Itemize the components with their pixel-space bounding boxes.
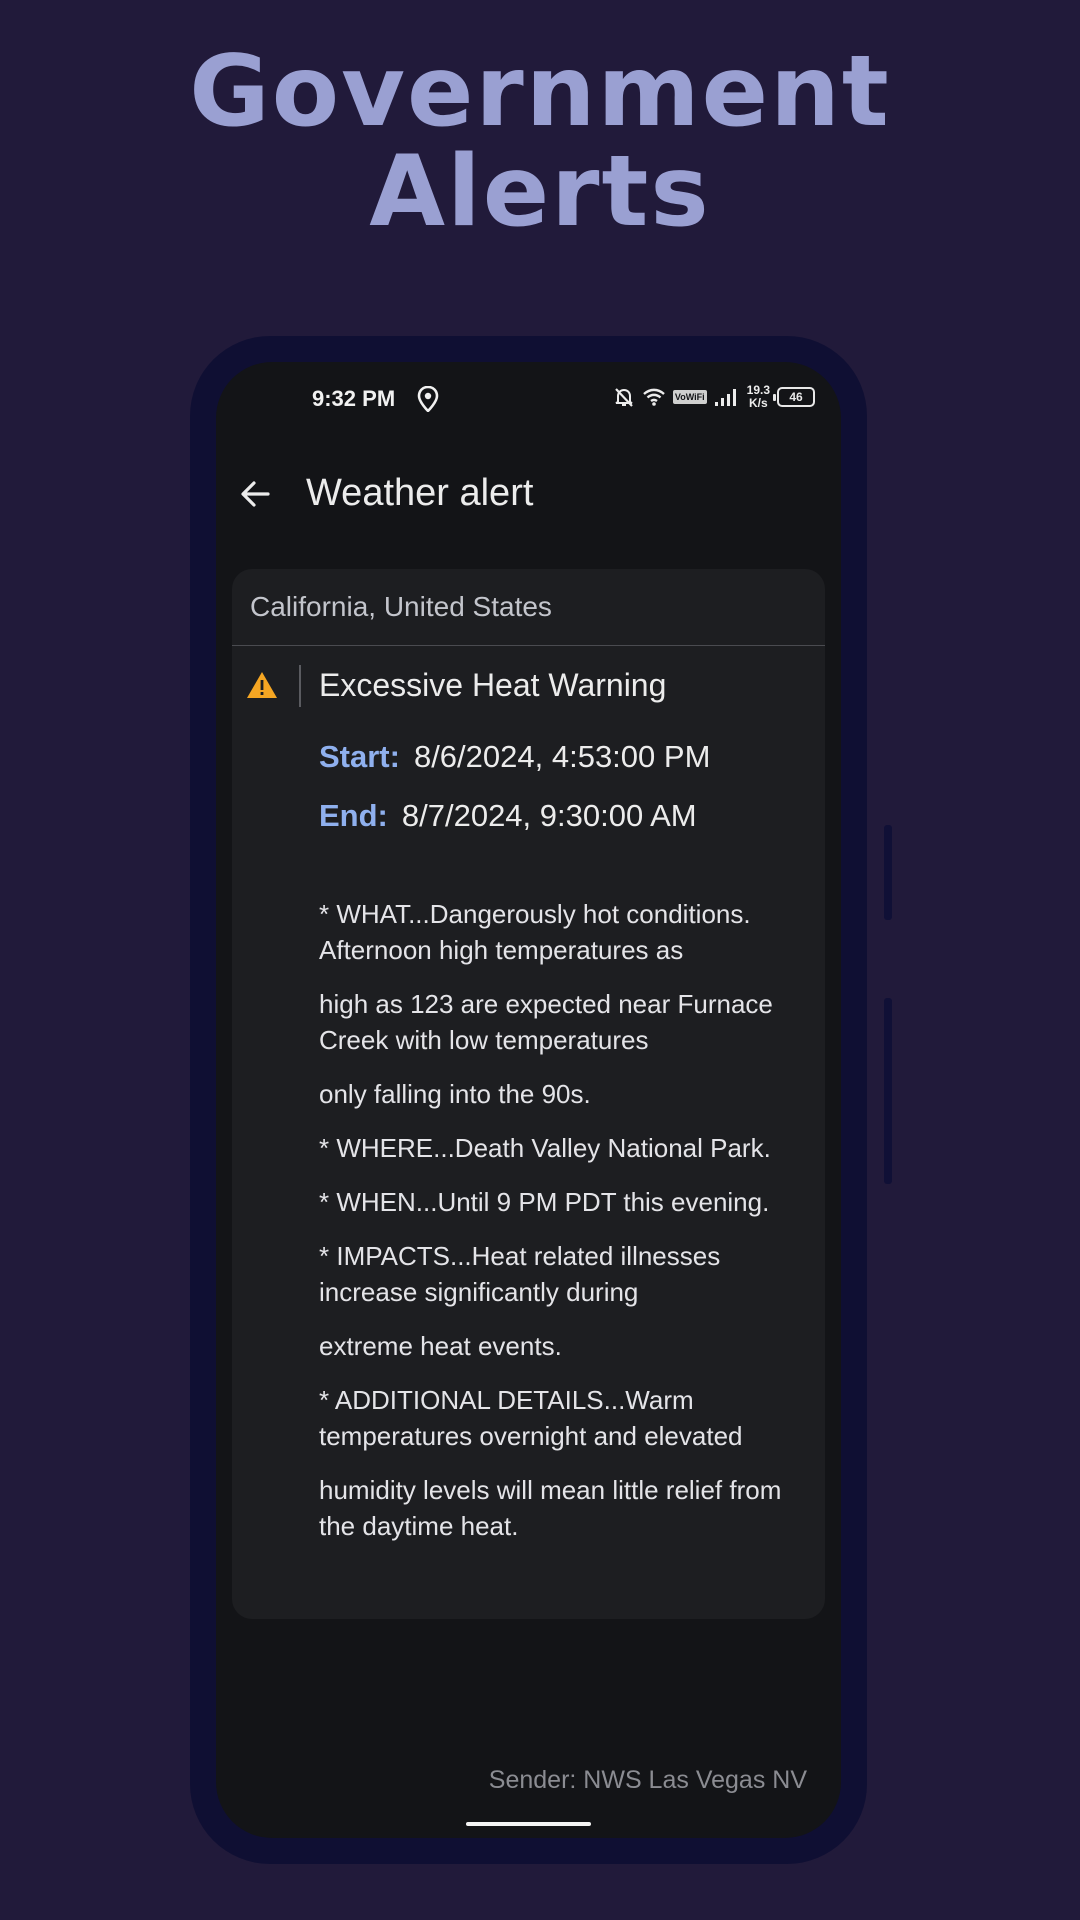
description-paragraph: extreme heat events. [319,1331,562,1361]
description-paragraph: humidity levels will mean little relief … [319,1475,782,1541]
end-label: End: [319,798,388,833]
promo-title: Government Alerts [0,42,1080,242]
home-indicator[interactable] [466,1822,591,1826]
phone-side-button [884,998,892,1184]
description-paragraph: * ADDITIONAL DETAILS...Warm temperatures… [319,1385,743,1451]
alert-event-title: Excessive Heat Warning [319,667,667,703]
start-value: 8/6/2024, 4:53:00 PM [413,739,711,774]
phone-screen: 9:32 PM VoWiFi 19.3 K/s 46 Weather alert… [216,362,841,1838]
alert-region: California, United States [232,569,825,646]
status-time: 9:32 PM [312,386,396,411]
alert-card: California, United States Excessive Heat… [232,569,825,1619]
start-label: Start: [319,739,400,774]
promo-title-line2: Alerts [369,135,711,249]
network-speed-unit: K/s [748,396,768,410]
alert-description: * WHAT...Dangerously hot conditions. Aft… [319,896,809,1562]
alert-start: Start: 8/6/2024, 4:53:00 PM [319,739,710,775]
description-paragraph: * WHEN...Until 9 PM PDT this evening. [319,1187,770,1217]
description-paragraph: * IMPACTS...Heat related illnesses incre… [319,1241,721,1307]
page-title: Weather alert [306,472,534,514]
wifi-icon [643,388,665,406]
warning-icon [247,672,277,698]
battery-icon: 46 [773,387,815,407]
promo-title-line1: Government [189,35,891,149]
status-icons: VoWiFi 19.3 K/s 46 [613,384,815,410]
description-paragraph: high as 123 are expected near Furnace Cr… [319,989,773,1055]
back-arrow-icon[interactable] [236,474,276,514]
description-paragraph: * WHAT...Dangerously hot conditions. Aft… [319,899,751,965]
bell-off-icon [615,388,633,407]
toolbar: Weather alert [216,454,841,534]
alert-event-row: Excessive Heat Warning [232,665,825,709]
description-paragraph: only falling into the 90s. [319,1079,591,1109]
status-bar: 9:32 PM VoWiFi 19.3 K/s 46 [216,362,841,434]
end-value: 8/7/2024, 9:30:00 AM [401,798,697,833]
alert-end: End: 8/7/2024, 9:30:00 AM [319,798,697,834]
description-paragraph: * WHERE...Death Valley National Park. [319,1133,771,1163]
network-speed: 19.3 K/s [747,384,770,410]
location-pin-icon [417,386,439,412]
battery-level: 46 [789,390,803,404]
divider [299,665,301,707]
phone-side-button [884,825,892,920]
vowifi-badge: VoWiFi [672,390,707,404]
alert-sender: Sender: NWS Las Vegas NV [488,1766,807,1794]
signal-icon [714,389,736,406]
